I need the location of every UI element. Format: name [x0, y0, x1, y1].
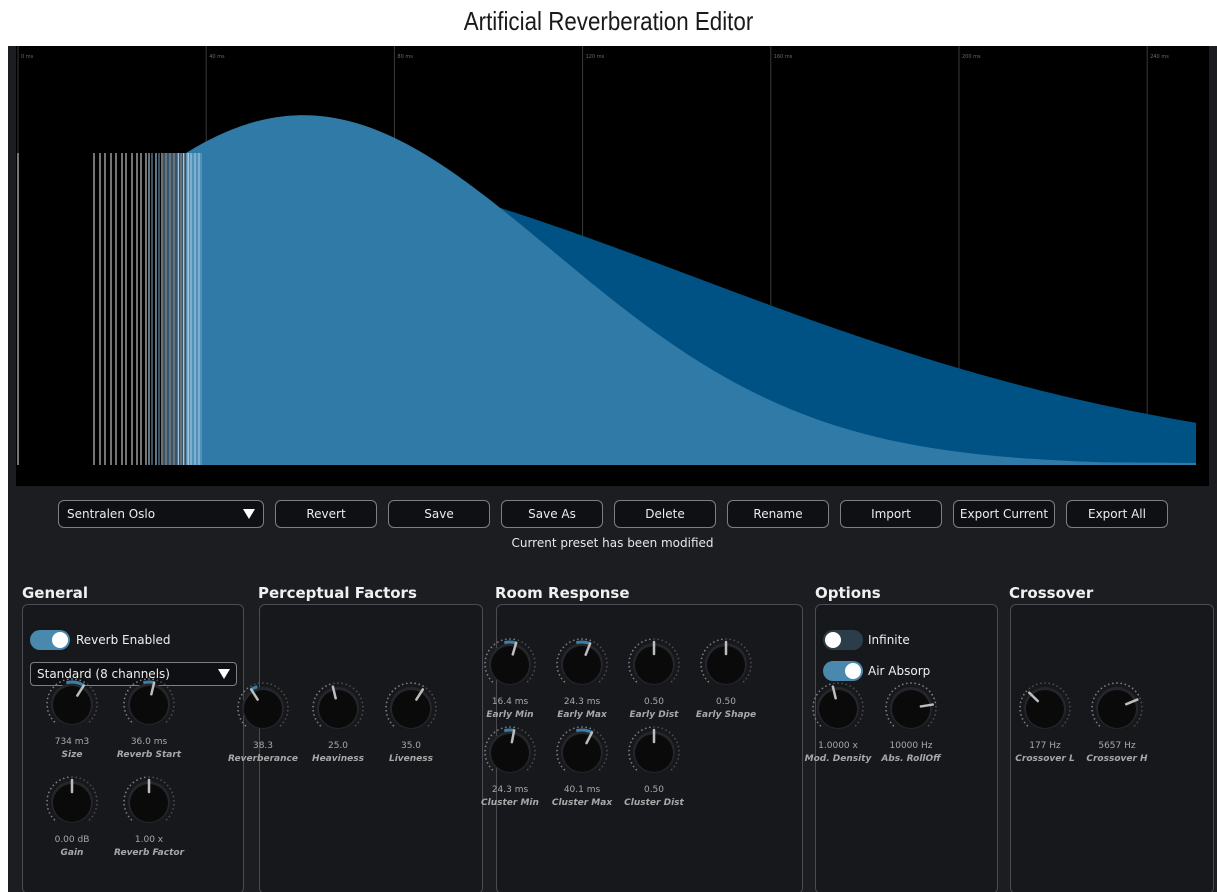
- time-label: 160 ms: [774, 54, 793, 60]
- cluster-min-knob[interactable]: [480, 722, 540, 782]
- early-max-knob[interactable]: [552, 634, 612, 694]
- time-label: 240 ms: [1150, 54, 1169, 60]
- preset-name: Sentralen Oslo: [67, 507, 156, 521]
- reverb-enabled-label: Reverb Enabled: [76, 633, 171, 647]
- reverb-factor-label: Reverb Factor: [113, 848, 185, 858]
- crossover-h-label: Crossover H: [1086, 754, 1148, 764]
- infinite-label: Infinite: [868, 633, 910, 647]
- import-button[interactable]: Import: [840, 500, 942, 528]
- status-message: Current preset has been modified: [511, 536, 714, 550]
- liveness-label: Liveness: [388, 754, 433, 764]
- section-title-perceptual: Perceptual Factors: [258, 584, 417, 602]
- early-shape-value: 0.50: [715, 697, 737, 707]
- abs-rolloff-knob[interactable]: [881, 678, 941, 738]
- chevron-down-icon: [243, 509, 255, 519]
- rename-button[interactable]: Rename: [727, 500, 829, 528]
- save-button[interactable]: Save: [388, 500, 490, 528]
- revert-button[interactable]: Revert: [275, 500, 377, 528]
- reverb-start-knob[interactable]: [119, 674, 179, 734]
- early-min-knob[interactable]: [480, 634, 540, 694]
- toggle-thumb: [825, 632, 841, 648]
- time-label: 0 ms: [21, 54, 34, 60]
- early-shape-knob[interactable]: [696, 634, 756, 694]
- preset-select[interactable]: Sentralen Oslo: [58, 500, 264, 528]
- reverb-enabled-toggle[interactable]: [30, 630, 70, 650]
- gain-knob[interactable]: [42, 772, 102, 832]
- air-absorp-label: Air Absorp: [868, 664, 931, 678]
- impulse-response-graph: 0 ms 40 ms 80 ms 120 ms 160 ms 200 ms 240 ms: [17, 46, 1196, 466]
- export-all-button[interactable]: Export All: [1066, 500, 1168, 528]
- delete-button[interactable]: Delete: [614, 500, 716, 528]
- section-title-crossover: Crossover: [1009, 584, 1094, 602]
- mod-density-knob[interactable]: [808, 678, 868, 738]
- heaviness-knob[interactable]: [308, 678, 368, 738]
- cluster-dist-value: 0.50: [643, 785, 665, 795]
- liveness-knob[interactable]: [381, 678, 441, 738]
- liveness-value: 35.0: [400, 741, 422, 751]
- crossover-l-knob[interactable]: [1015, 678, 1075, 738]
- export-current-button[interactable]: Export Current: [953, 500, 1055, 528]
- early-dist-knob[interactable]: [624, 634, 684, 694]
- size-knob[interactable]: [42, 674, 102, 734]
- cluster-max-knob[interactable]: [552, 722, 612, 782]
- section-title-options: Options: [815, 584, 881, 602]
- cluster-dist-knob[interactable]: [624, 722, 684, 782]
- time-label: 80 ms: [397, 54, 413, 60]
- reverb-factor-value: 1.00 x: [134, 835, 164, 845]
- abs-rolloff-value: 10000 Hz: [889, 741, 933, 751]
- reverb-start-label: Reverb Start: [116, 750, 182, 760]
- reverb-start-value: 36.0 ms: [130, 737, 168, 747]
- early-shape-label: Early Shape: [695, 710, 757, 720]
- infinite-toggle[interactable]: [823, 630, 863, 650]
- time-label: 120 ms: [586, 54, 605, 60]
- time-label: 200 ms: [962, 54, 981, 60]
- section-title-general: General: [22, 584, 88, 602]
- reverberance-knob[interactable]: [233, 678, 293, 738]
- impulse-response-plot: 0 ms 40 ms 80 ms 120 ms 160 ms 200 ms 240 ms: [16, 46, 1209, 486]
- cluster-dist-label: Cluster Dist: [624, 798, 684, 808]
- crossover-h-knob[interactable]: [1087, 678, 1147, 738]
- toggle-thumb: [845, 663, 861, 679]
- save-as-button[interactable]: Save As: [501, 500, 603, 528]
- abs-rolloff-label: Abs. RollOff: [881, 754, 941, 764]
- window-title: Artificial Reverberation Editor: [463, 6, 754, 36]
- reverb-factor-knob[interactable]: [119, 772, 179, 832]
- chevron-down-icon: [218, 669, 230, 679]
- toggle-thumb: [52, 632, 68, 648]
- crossover-h-value: 5657 Hz: [1098, 741, 1136, 751]
- time-label: 40 ms: [209, 54, 225, 60]
- section-title-room-response: Room Response: [495, 584, 630, 602]
- preset-toolbar: Sentralen Oslo Revert Save Save As Delet…: [8, 492, 1217, 558]
- reverb-editor: 0 ms 40 ms 80 ms 120 ms 160 ms 200 ms 240 ms S…: [8, 46, 1217, 892]
